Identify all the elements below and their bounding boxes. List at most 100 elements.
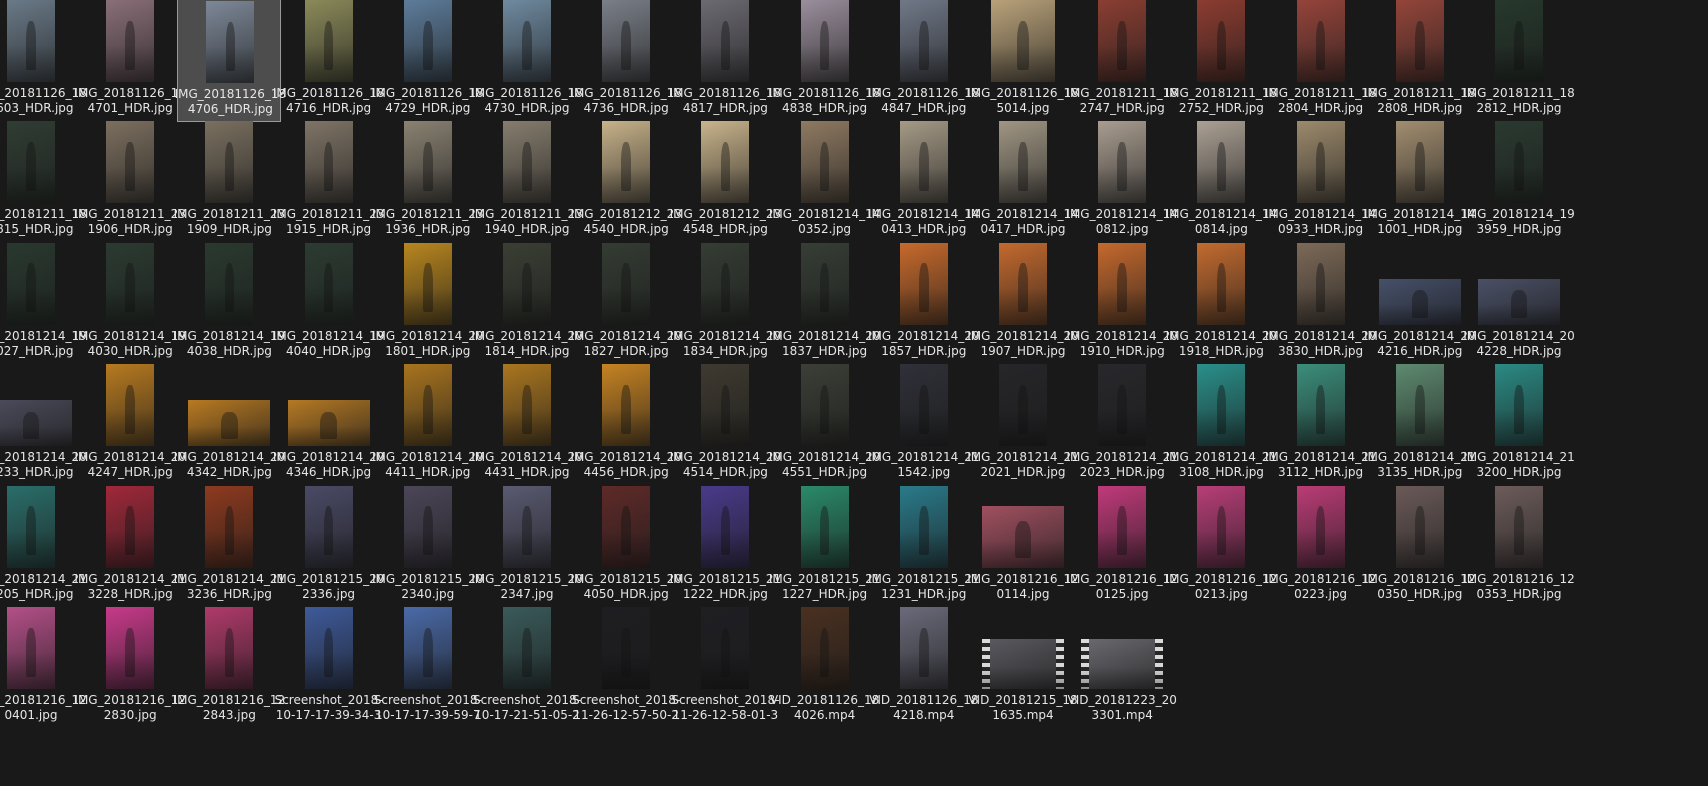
file-item[interactable]: IMG_20181126_18 4706_HDR.jpg [175,0,286,122]
file-item[interactable]: IMG_20181215_21 1227_HDR.jpg [769,480,880,608]
file-item[interactable]: IMG_20181214_20 4342_HDR.jpg [174,358,285,486]
file-item[interactable]: Screenshot_2018- 10-17-17-39-59-7 [374,601,482,729]
file-item[interactable]: IMG_20181126_18 5014.jpg [967,0,1079,122]
file-item[interactable]: IMG_20181214_19 4040_HDR.jpg [273,237,384,365]
file-item[interactable]: IMG_20181214_21 3236_HDR.jpg [174,480,285,608]
file-item[interactable]: IMG_20181214_20 4551_HDR.jpg [769,358,880,486]
file-item[interactable]: IMG_20181215_20 4050_HDR.jpg [570,480,682,608]
file-item[interactable]: IMG_20181216_12 0114.jpg [967,480,1079,608]
file-item[interactable]: IMG_20181126_18 4838_HDR.jpg [769,0,880,122]
image-thumbnail [205,607,254,689]
file-item[interactable]: Screenshot_2018- 11-26-12-57-50-2 [572,601,680,729]
file-item[interactable]: IMG_20181211_18 2747_HDR.jpg [1066,0,1178,122]
file-item[interactable]: IMG_20181214_20 1834_HDR.jpg [670,237,781,365]
file-item[interactable]: IMG_20181214_14 0417_HDR.jpg [967,115,1079,243]
file-item[interactable]: IMG_20181214_14 0413_HDR.jpg [868,115,980,243]
file-item[interactable]: IMG_20181214_20 1837_HDR.jpg [769,237,880,365]
file-item[interactable]: IMG_20181126_184603_HDR.jpg [0,0,87,122]
file-item[interactable]: IMG_20181214_14 0352.jpg [769,115,880,243]
file-item[interactable]: IMG_20181215_21 1222_HDR.jpg [670,480,781,608]
file-item[interactable]: Screenshot_2018- 10-17-17-39-34-3 [275,601,383,729]
file-item[interactable]: VID_20181215_18 1635.mp4 [968,601,1078,729]
file-item[interactable]: Screenshot_2018- 11-26-12-58-01-3 [671,601,779,729]
image-thumbnail [800,121,849,204]
file-item[interactable]: IMG_20181214_20 4228_HDR.jpg [1463,237,1575,365]
file-item[interactable]: IMG_20181214_21 3200_HDR.jpg [1463,358,1575,486]
file-item[interactable]: IMG_20181126_18 4736_HDR.jpg [570,0,682,122]
image-thumbnail [602,0,651,82]
file-item[interactable]: IMG_20181214_14 0812.jpg [1066,115,1178,243]
file-item[interactable]: IMG_20181126_18 4701_HDR.jpg [74,0,186,122]
file-item[interactable]: IMG_20181211_18 2804_HDR.jpg [1265,0,1376,122]
file-item[interactable]: IMG_20181214_20 1918_HDR.jpg [1166,237,1277,365]
file-item[interactable]: IMG_20181126_18 4729_HDR.jpg [372,0,484,122]
file-item[interactable]: IMG_20181214_19 4038_HDR.jpg [174,237,285,365]
image-thumbnail [1197,485,1246,568]
file-item[interactable]: IMG_20181126_18 4817_HDR.jpg [670,0,781,122]
file-item[interactable]: IMG_20181212_23 4540_HDR.jpg [570,115,682,243]
file-item[interactable]: IMG_20181211_23 1906_HDR.jpg [74,115,186,243]
file-item[interactable]: IMG_20181214_20 1827_HDR.jpg [570,237,682,365]
file-item[interactable]: IMG_20181211_23 1936_HDR.jpg [372,115,484,243]
file-item[interactable]: IMG_20181211_18 2752_HDR.jpg [1166,0,1277,122]
file-item[interactable]: IMG_20181214_21 1542.jpg [868,358,980,486]
file-item[interactable]: IMG_20181214_19 4030_HDR.jpg [74,237,186,365]
file-item[interactable]: IMG_20181214_21 3112_HDR.jpg [1265,358,1376,486]
image-thumbnail [701,0,750,82]
file-item[interactable]: IMG_20181214_20 3830_HDR.jpg [1265,237,1376,365]
file-item[interactable]: IMG_20181214_213205_HDR.jpg [0,480,87,608]
file-item[interactable]: IMG_20181211_182815_HDR.jpg [0,115,87,243]
file-item[interactable]: IMG_20181215_20 2340.jpg [372,480,484,608]
file-item[interactable]: IMG_20181214_14 0933_HDR.jpg [1265,115,1376,243]
file-item[interactable]: IMG_20181216_12 2830.jpg [74,601,186,729]
file-item[interactable]: IMG_20181216_120401.jpg [0,601,87,729]
file-item[interactable]: IMG_20181214_14 0814.jpg [1166,115,1277,243]
file-item[interactable]: IMG_20181214_20 4411_HDR.jpg [372,358,484,486]
file-item[interactable]: IMG_20181214_20 1814_HDR.jpg [471,237,583,365]
file-item[interactable]: IMG_20181211_23 1940_HDR.jpg [471,115,583,243]
file-item[interactable]: IMG_20181214_20 4456_HDR.jpg [570,358,682,486]
file-item[interactable]: IMG_20181211_18 2812_HDR.jpg [1463,0,1575,122]
file-item[interactable]: Screenshot_2018- 10-17-21-51-05-2 [473,601,581,729]
file-item[interactable]: IMG_20181214_21 3228_HDR.jpg [74,480,186,608]
file-item[interactable]: IMG_20181126_18 4730_HDR.jpg [471,0,583,122]
file-item[interactable]: IMG_20181214_20 1801_HDR.jpg [372,237,484,365]
file-item[interactable]: IMG_20181214_20 4514_HDR.jpg [670,358,781,486]
file-item[interactable]: IMG_20181216_12 0125.jpg [1066,480,1178,608]
file-item[interactable]: IMG_20181214_21 2023_HDR.jpg [1066,358,1178,486]
file-item[interactable]: IMG_20181216_12 0350_HDR.jpg [1364,480,1476,608]
file-item[interactable]: IMG_20181215_21 1231_HDR.jpg [868,480,980,608]
file-item[interactable]: IMG_20181212_23 4548_HDR.jpg [670,115,781,243]
file-item[interactable]: IMG_20181214_20 4216_HDR.jpg [1364,237,1476,365]
file-item[interactable]: IMG_20181211_18 2808_HDR.jpg [1364,0,1476,122]
file-item[interactable]: IMG_20181126_18 4847_HDR.jpg [868,0,980,122]
file-item[interactable]: IMG_20181216_12 2843.jpg [174,601,285,729]
file-item[interactable]: IMG_20181215_20 2336.jpg [273,480,384,608]
file-item[interactable]: VID_20181126_18 4218.mp4 [869,601,978,729]
file-item[interactable]: IMG_20181215_20 2347.jpg [471,480,583,608]
file-item[interactable]: IMG_20181214_20 4431_HDR.jpg [471,358,583,486]
file-item[interactable]: IMG_20181214_19 3959_HDR.jpg [1463,115,1575,243]
image-thumbnail [800,242,849,325]
file-item[interactable]: IMG_20181214_20 4247_HDR.jpg [74,358,186,486]
file-item[interactable]: IMG_20181214_20 4346_HDR.jpg [273,358,384,486]
file-item[interactable]: IMG_20181214_21 3135_HDR.jpg [1364,358,1476,486]
file-item[interactable]: IMG_20181214_21 3108_HDR.jpg [1166,358,1277,486]
file-item[interactable]: IMG_20181216_12 0223.jpg [1265,480,1376,608]
image-thumbnail [1296,121,1345,204]
file-item[interactable]: IMG_20181214_14 1001_HDR.jpg [1364,115,1476,243]
file-item[interactable]: IMG_20181211_23 1909_HDR.jpg [174,115,285,243]
file-item[interactable]: IMG_20181214_20 1907_HDR.jpg [967,237,1079,365]
file-item[interactable]: VID_20181126_18 4026.mp4 [770,601,879,729]
file-item[interactable]: IMG_20181214_20 1910_HDR.jpg [1066,237,1178,365]
file-item[interactable]: IMG_20181214_194027_HDR.jpg [0,237,87,365]
file-item[interactable]: IMG_20181211_23 1915_HDR.jpg [273,115,384,243]
file-item[interactable]: IMG_20181216_12 0353_HDR.jpg [1463,480,1575,608]
file-item[interactable]: VID_20181223_20 3301.mp4 [1068,601,1177,729]
image-thumbnail [982,505,1064,568]
file-item[interactable]: IMG_20181216_12 0213.jpg [1166,480,1277,608]
file-item[interactable]: IMG_20181214_20 1857_HDR.jpg [868,237,980,365]
file-item[interactable]: IMG_20181126_18 4716_HDR.jpg [273,0,384,122]
file-item[interactable]: IMG_20181214_21 2021_HDR.jpg [967,358,1079,486]
file-item[interactable]: IMG_20181214_204233_HDR.jpg [0,358,87,486]
